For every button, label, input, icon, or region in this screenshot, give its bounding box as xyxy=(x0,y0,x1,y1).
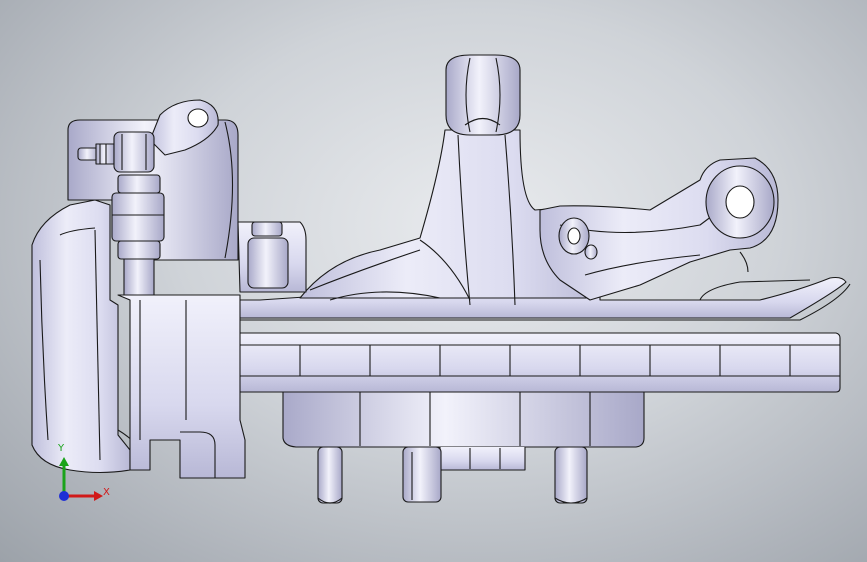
triad-z-axis-icon xyxy=(59,491,69,501)
graphics-viewport[interactable]: X Y xyxy=(0,0,867,562)
triad-x-label: X xyxy=(103,487,110,498)
coordinate-triad xyxy=(59,457,103,501)
triad-x-axis-icon xyxy=(64,491,103,501)
triad-y-label: Y xyxy=(58,443,65,454)
triad-y-axis-icon xyxy=(59,457,69,496)
